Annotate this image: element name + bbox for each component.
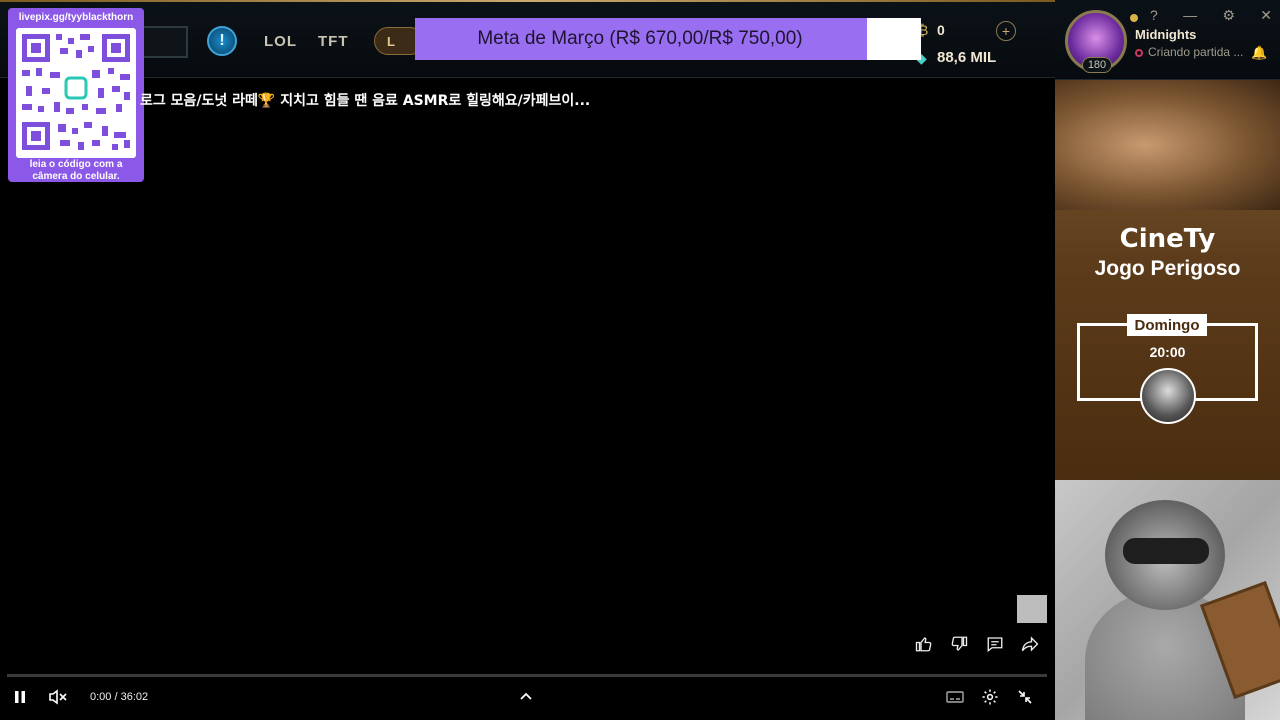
promo-brand: CineTy (1119, 224, 1216, 254)
qr-donation-card: livepix.gg/tyyblackthorn leia o código c… (8, 8, 144, 182)
mute-button[interactable] (48, 684, 68, 710)
video-progress-bar[interactable] (7, 674, 1047, 677)
webcam-raccoon (1055, 480, 1280, 720)
mini-thumbnail[interactable] (1017, 595, 1047, 623)
goal-text: Meta de Março (R$ 670,00/R$ 750,00) (477, 28, 803, 49)
level-badge: 180 (1082, 57, 1112, 73)
qr-url: livepix.gg/tyyblackthorn (18, 12, 134, 23)
share-icon[interactable] (1018, 635, 1042, 658)
captions-icon (946, 691, 964, 703)
time-display: 0:00 / 36:02 (90, 684, 148, 710)
close-icon[interactable]: ✕ (1260, 7, 1272, 24)
qr-caption-line2: câmera do celular. (32, 171, 120, 182)
profile-area: ? — ⚙ ✕ 180 Midnights Criando partida ..… (1055, 0, 1280, 80)
loot-label: L (387, 33, 395, 49)
promo-host-avatar (1140, 368, 1196, 424)
status-indicator (1135, 49, 1143, 57)
buy-rp-button[interactable]: + (996, 21, 1016, 41)
notification-dot (1130, 14, 1138, 22)
captions-button[interactable] (946, 684, 964, 710)
status-text: Criando partida ... (1148, 45, 1244, 59)
chevron-up-icon (520, 692, 532, 700)
qr-caption-line1: leia o código com a (29, 159, 123, 170)
time-text: 0:00 / 36:02 (90, 691, 149, 703)
settings-button[interactable] (981, 684, 999, 710)
qr-code (16, 28, 136, 158)
summoner-name: Midnights (1135, 27, 1197, 42)
like-icon[interactable] (912, 635, 936, 658)
comment-icon[interactable] (983, 635, 1007, 658)
nav-lol[interactable]: LOL (264, 33, 297, 50)
riot-points-value: 0 (937, 22, 945, 38)
window-controls: ? — ⚙ ✕ (1150, 6, 1272, 24)
video-title[interactable]: 로그 모음/도넛 라떼🏆 지치고 힘들 땐 음료 ASMR로 힐링해요/카페브이… (140, 90, 590, 110)
bell-icon[interactable]: 🔔 (1251, 45, 1267, 61)
qr-caption: leia o código com a câmera do celular. (8, 159, 144, 183)
settings-icon[interactable]: ⚙ (1222, 7, 1235, 24)
blue-essence-value: 88,6 MIL (937, 49, 997, 66)
promo-day: Domingo (1127, 314, 1207, 336)
muted-speaker-icon (49, 689, 67, 705)
raccoon-mask (1123, 538, 1209, 564)
nav-tft[interactable]: TFT (318, 33, 349, 50)
alert-icon[interactable]: ! (207, 26, 237, 56)
collapse-icon (1018, 690, 1032, 704)
promo-image (1055, 80, 1280, 210)
pause-button[interactable] (12, 684, 28, 710)
expand-button[interactable] (518, 684, 534, 710)
dislike-icon[interactable] (947, 635, 971, 658)
promo-time: 20:00 (1149, 344, 1186, 360)
player-controls: 0:00 / 36:02 (0, 684, 1055, 710)
qr-code-graphic (22, 34, 130, 150)
exit-fullscreen-button[interactable] (1017, 684, 1033, 710)
stream-screen: ! LOL TFT L ₿ 0 + ◆ 88,6 MIL Meta de Mar… (0, 0, 1280, 720)
gear-icon (982, 689, 998, 705)
pause-icon (15, 691, 25, 703)
donation-goal-bar: Meta de Março (R$ 670,00/R$ 750,00) (415, 18, 921, 60)
help-icon[interactable]: ? (1150, 7, 1158, 23)
minimize-icon[interactable]: — (1183, 7, 1197, 23)
top-gold-line (0, 0, 1055, 2)
promo-panel: CineTy Jogo Perigoso Domingo 20:00 (1055, 80, 1280, 480)
video-actions (912, 634, 1042, 658)
promo-movie-title: Jogo Perigoso (1094, 257, 1241, 280)
